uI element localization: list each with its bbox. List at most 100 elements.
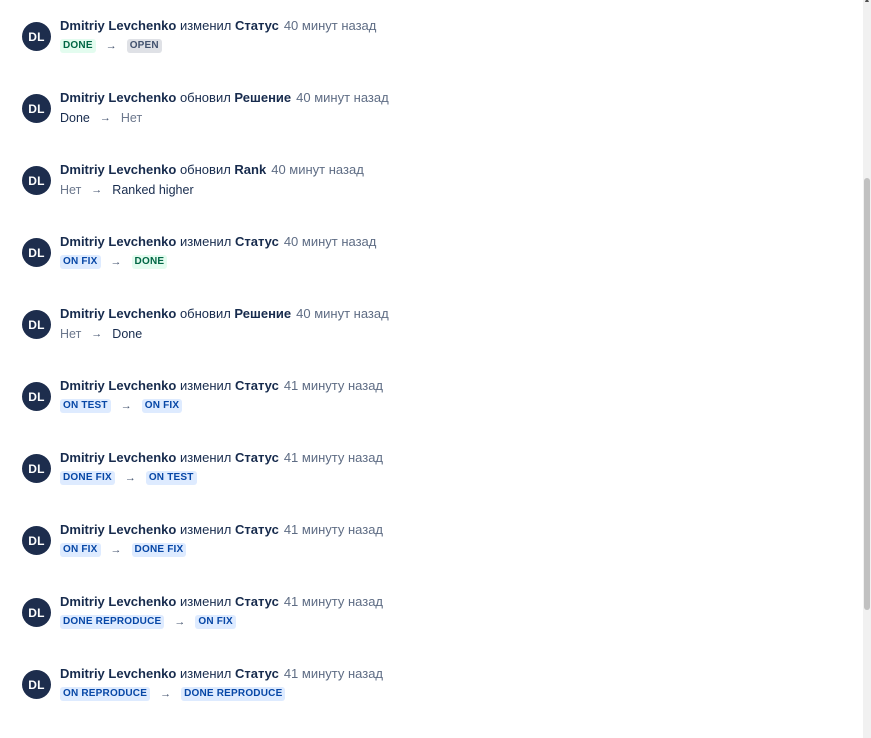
status-from-badge: ON TEST [60, 399, 111, 413]
history-entry: DL Dmitriy Levchenko изменил Статус 40 ми… [22, 234, 842, 290]
history-entry: DL Dmitriy Levchenko обновил Решение 40 м… [22, 90, 842, 146]
arrow-right-icon: → [91, 328, 103, 340]
value-to: Нет [120, 111, 143, 125]
status-from-badge: DONE [60, 39, 96, 53]
entry-time[interactable]: 40 минут назад [296, 306, 389, 321]
arrow-right-icon: → [110, 544, 122, 556]
entry-time[interactable]: 40 минут назад [296, 90, 389, 105]
status-from-badge: DONE FIX [60, 471, 115, 485]
user-name[interactable]: Dmitriy Levchenko [60, 594, 176, 609]
arrow-right-icon: → [110, 256, 122, 268]
entry-header: Dmitriy Levchenko обновил Решение 40 мину… [60, 306, 389, 322]
status-to-badge: DONE REPRODUCE [181, 687, 286, 701]
entry-field: Решение [234, 90, 292, 105]
arrow-right-icon: → [124, 472, 136, 484]
entry-action: изменил [179, 666, 232, 681]
value-from: Нет [60, 327, 82, 341]
user-name[interactable]: Dmitriy Levchenko [60, 666, 176, 681]
user-name[interactable]: Dmitriy Levchenko [60, 162, 176, 177]
status-from-badge: ON FIX [60, 543, 101, 557]
entry-header: Dmitriy Levchenko изменил Статус 40 минут… [60, 18, 376, 34]
history-entry: DL Dmitriy Levchenko обновил Rank 40 мину… [22, 162, 842, 218]
user-name[interactable]: Dmitriy Levchenko [60, 234, 176, 249]
history-entry: DL Dmitriy Levchenko изменил Статус 41 ми… [22, 666, 842, 722]
status-to-badge: ON TEST [145, 471, 197, 485]
activity-feed: DL Dmitriy Levchenko изменил Статус 40 ми… [0, 0, 863, 738]
arrow-right-icon: → [174, 616, 186, 628]
status-from-badge: DONE REPRODUCE [60, 615, 165, 629]
entry-time[interactable]: 41 минуту назад [284, 522, 383, 537]
avatar[interactable]: DL [22, 166, 51, 195]
entry-field: Статус [235, 522, 279, 537]
value-from: Нет [60, 183, 82, 197]
entry-action: изменил [179, 18, 232, 33]
entry-time[interactable]: 40 минут назад [284, 18, 377, 33]
entry-header: Dmitriy Levchenko изменил Статус 41 минут… [60, 450, 383, 466]
entry-time[interactable]: 40 минут назад [284, 234, 377, 249]
value-to: Ranked higher [112, 183, 194, 197]
user-name[interactable]: Dmitriy Levchenko [60, 378, 176, 393]
avatar[interactable]: DL [22, 526, 51, 555]
status-to-badge: ON FIX [141, 399, 183, 413]
avatar[interactable]: DL [22, 598, 51, 627]
entry-field: Статус [235, 18, 279, 33]
scroll-up-icon[interactable]: ▲ [863, 0, 871, 5]
history-entry: DL Dmitriy Levchenko изменил Статус 41 ми… [22, 450, 842, 506]
entry-change: ON FIX → DONE [60, 254, 168, 270]
entry-field: Решение [234, 306, 292, 321]
user-name[interactable]: Dmitriy Levchenko [60, 450, 176, 465]
entry-header: Dmitriy Levchenko изменил Статус 41 минут… [60, 594, 383, 610]
avatar[interactable]: DL [22, 238, 51, 267]
user-name[interactable]: Dmitriy Levchenko [60, 306, 176, 321]
entry-time[interactable]: 41 минуту назад [284, 450, 383, 465]
status-to-badge: DONE [131, 255, 168, 269]
entry-header: Dmitriy Levchenko изменил Статус 40 минут… [60, 234, 376, 250]
arrow-right-icon: → [160, 688, 172, 700]
entry-action: обновил [179, 90, 231, 105]
entry-field: Статус [235, 666, 279, 681]
status-to-badge: ON FIX [195, 615, 236, 629]
history-entry: DL Dmitriy Levchenko изменил Статус 41 ми… [22, 522, 842, 578]
entry-header: Dmitriy Levchenko изменил Статус 41 минут… [60, 522, 383, 538]
entry-time[interactable]: 41 минуту назад [284, 378, 383, 393]
user-name[interactable]: Dmitriy Levchenko [60, 18, 176, 33]
scrollbar-thumb[interactable] [864, 178, 870, 610]
arrow-right-icon: → [105, 40, 117, 52]
entry-change: DONE REPRODUCE → ON FIX [60, 614, 236, 630]
avatar[interactable]: DL [22, 310, 51, 339]
entry-change: Done → Нет [60, 110, 142, 126]
user-name[interactable]: Dmitriy Levchenko [60, 522, 176, 537]
entry-header: Dmitriy Levchenko обновил Rank 40 минут н… [60, 162, 364, 178]
avatar[interactable]: DL [22, 454, 51, 483]
entry-header: Dmitriy Levchenko изменил Статус 41 минут… [60, 666, 383, 682]
history-entry: DL Dmitriy Levchenko изменил Статус 41 ми… [22, 378, 842, 434]
avatar[interactable]: DL [22, 22, 51, 51]
entry-change: DONE → OPEN [60, 38, 162, 54]
entry-field: Статус [235, 450, 279, 465]
history-entry: DL Dmitriy Levchenko изменил Статус 41 ми… [22, 594, 842, 650]
entry-time[interactable]: 41 минуту назад [284, 666, 383, 681]
entry-action: изменил [179, 378, 232, 393]
status-to-badge: OPEN [126, 39, 162, 53]
entry-field: Статус [235, 234, 279, 249]
avatar[interactable]: DL [22, 382, 51, 411]
entry-action: обновил [179, 162, 231, 177]
value-from: Done [60, 111, 90, 125]
value-to: Done [112, 327, 143, 341]
history-entry: DL Dmitriy Levchenko обновил Решение 40 м… [22, 306, 842, 362]
user-name[interactable]: Dmitriy Levchenko [60, 90, 176, 105]
entry-change: ON TEST → ON FIX [60, 398, 183, 414]
entry-change: Нет → Done [60, 326, 142, 342]
entry-field: Rank [234, 162, 267, 177]
avatar[interactable]: DL [22, 94, 51, 123]
arrow-right-icon: → [99, 112, 111, 124]
entry-action: изменил [179, 450, 232, 465]
entry-action: обновил [179, 306, 231, 321]
entry-time[interactable]: 40 минут назад [271, 162, 364, 177]
entry-time[interactable]: 41 минуту назад [284, 594, 383, 609]
history-entry: DL Dmitriy Levchenko изменил Статус 40 ми… [22, 18, 842, 74]
avatar[interactable]: DL [22, 670, 51, 699]
entry-header: Dmitriy Levchenko изменил Статус 41 минут… [60, 378, 383, 394]
entry-header: Dmitriy Levchenko обновил Решение 40 мину… [60, 90, 389, 106]
entry-change: ON REPRODUCE → DONE REPRODUCE [60, 686, 286, 702]
